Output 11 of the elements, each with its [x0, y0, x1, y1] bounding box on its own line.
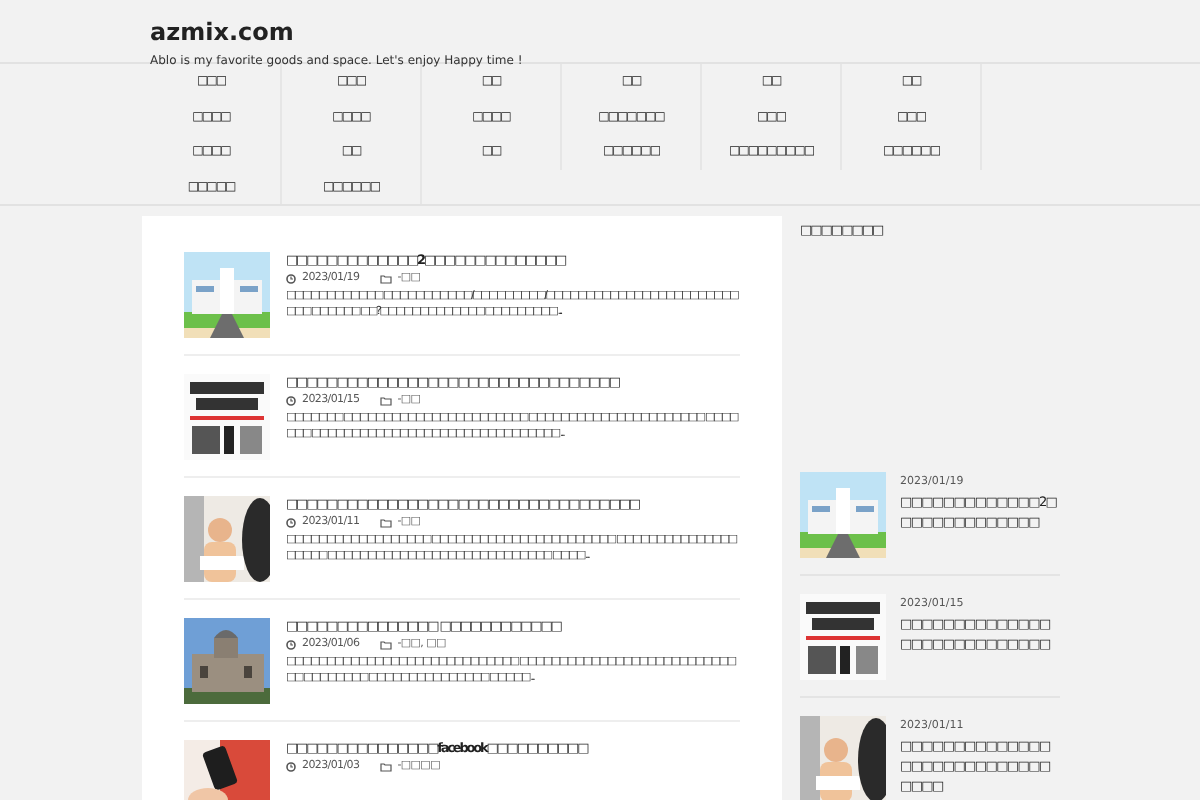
folder-icon — [379, 273, 392, 283]
folder-icon — [379, 517, 392, 527]
folder-icon — [379, 761, 392, 771]
clock-icon — [286, 395, 296, 405]
site-title[interactable]: azmix.com — [150, 18, 294, 46]
folder-icon — [379, 395, 392, 405]
clock-icon — [286, 639, 296, 649]
clock-icon — [286, 517, 296, 527]
clock-icon — [286, 761, 296, 771]
folder-icon — [379, 639, 392, 649]
clock-icon — [286, 273, 296, 283]
